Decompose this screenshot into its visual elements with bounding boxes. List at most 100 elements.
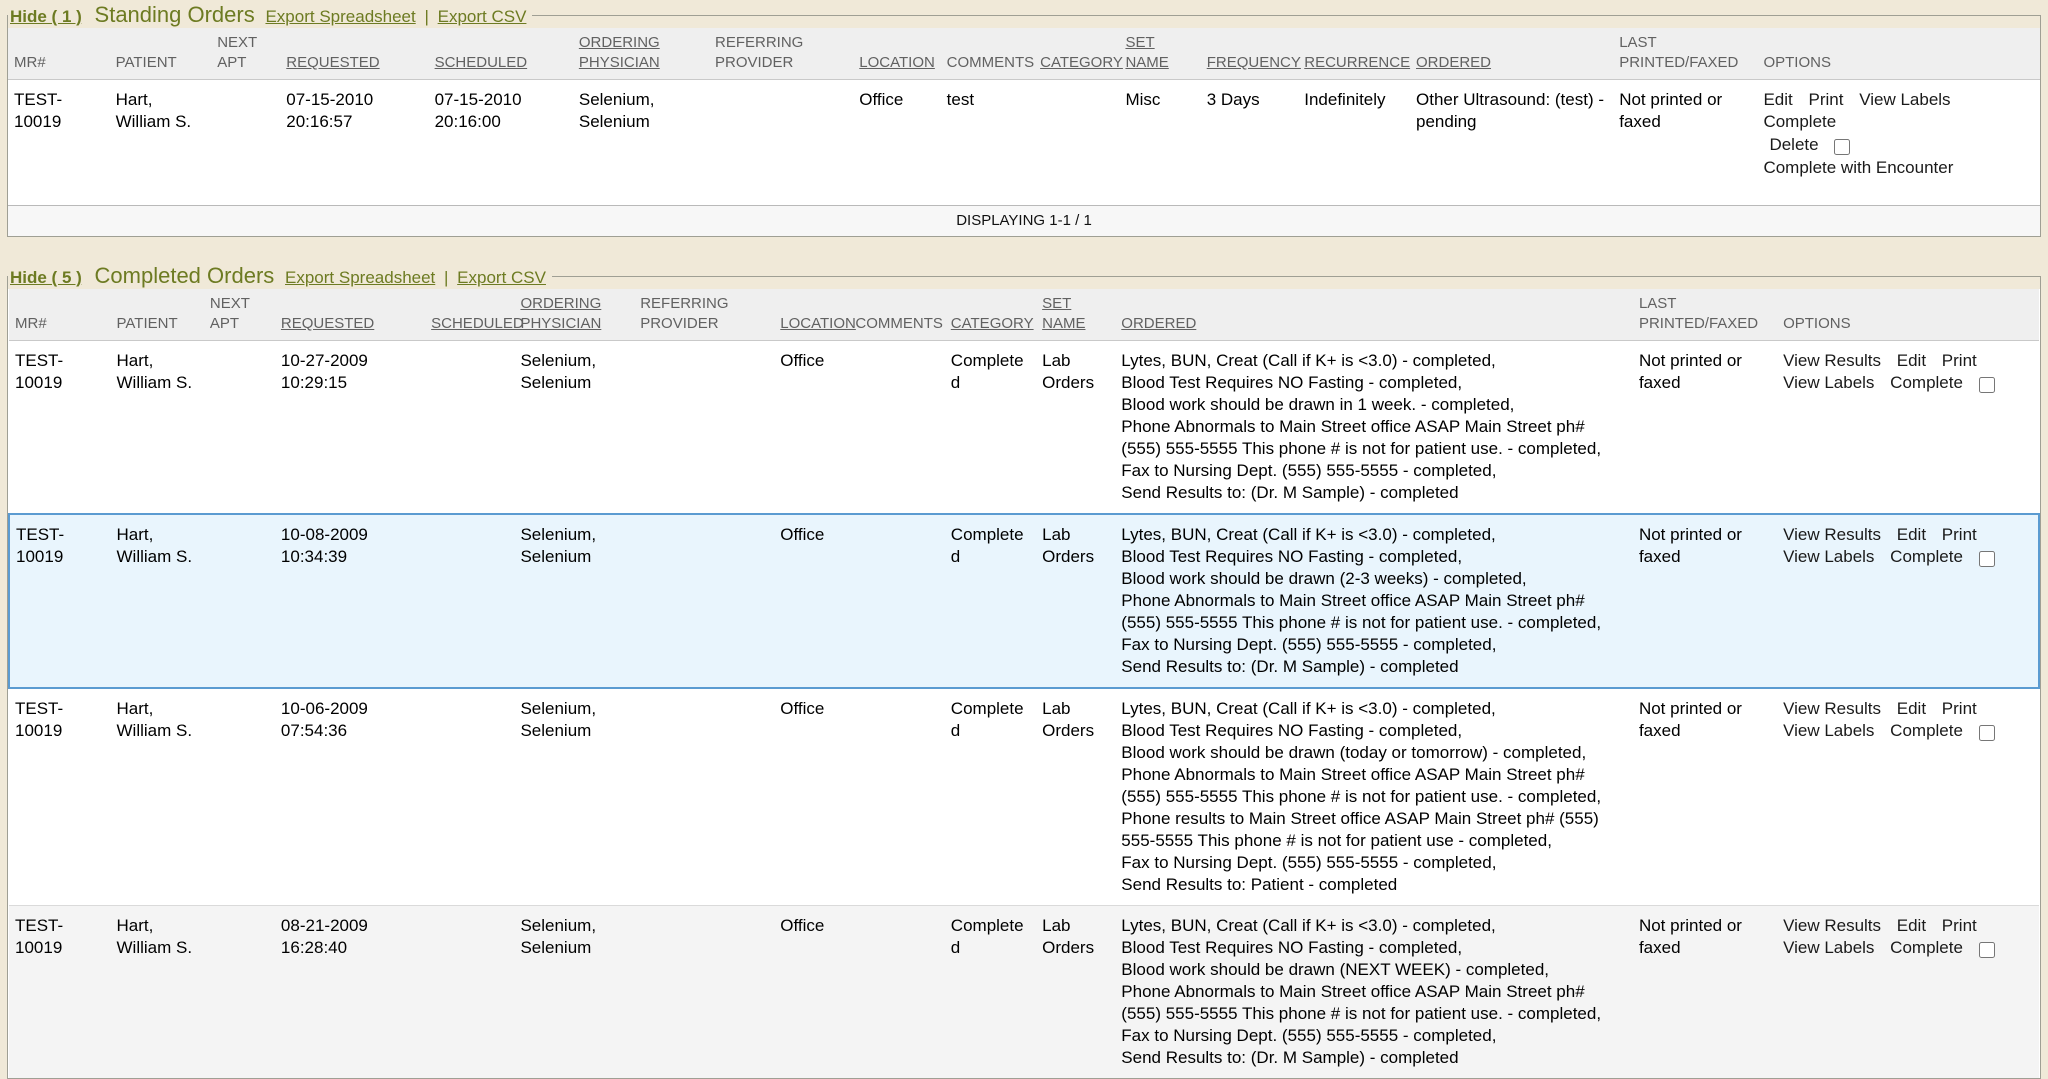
legend-separator: | (440, 268, 452, 287)
cell-patient: Hart, William S. (111, 688, 204, 906)
col-set-name[interactable]: SET NAME (1036, 289, 1115, 341)
col-set-name[interactable]: SET NAME (1119, 28, 1200, 80)
completed-orders-title: Completed Orders (87, 263, 281, 288)
print-link[interactable]: Print (1942, 699, 1977, 718)
cell-set-name: Misc (1119, 80, 1200, 190)
standing-orders-header-row: MR# PATIENT NEXT APT REQUESTED SCHEDULED… (8, 28, 2040, 80)
complete-link[interactable]: Complete (1763, 112, 1836, 131)
cell-next-apt (204, 906, 275, 1079)
completed-order-row: TEST-10019 Hart, William S. 08-21-2009 1… (9, 906, 2039, 1079)
cell-recurrence: Indefinitely (1298, 80, 1410, 190)
print-link[interactable]: Print (1942, 525, 1977, 544)
view-labels-link[interactable]: View Labels (1783, 938, 1874, 957)
cell-category (1034, 80, 1119, 190)
cell-ordered: Lytes, BUN, Creat (Call if K+ is <3.0) -… (1115, 514, 1633, 688)
cell-set-name: Lab Orders (1036, 341, 1115, 515)
print-link[interactable]: Print (1942, 351, 1977, 370)
col-options: OPTIONS (1777, 289, 2039, 341)
cell-ordering-physician: Selenium, Selenium (514, 341, 634, 515)
cell-mr: TEST-10019 (9, 688, 111, 906)
cell-referring-provider (634, 906, 774, 1079)
cell-comments (849, 688, 944, 906)
hide-standing-orders-link[interactable]: Hide ( 1 ) (10, 7, 82, 26)
standing-paging-status: DISPLAYING 1-1 / 1 (8, 205, 2040, 236)
cell-ordered: Lytes, BUN, Creat (Call if K+ is <3.0) -… (1115, 688, 1633, 906)
cell-last-printed-faxed: Not printed or faxed (1633, 514, 1777, 688)
complete-link[interactable]: Complete (1890, 721, 1963, 740)
standing-export-csv-link[interactable]: Export CSV (438, 7, 527, 26)
cell-ordering-physician: Selenium, Selenium (514, 514, 634, 688)
cell-requested: 07-15-2010 20:16:57 (280, 80, 428, 190)
print-link[interactable]: Print (1942, 916, 1977, 935)
col-location[interactable]: LOCATION (774, 289, 849, 341)
cell-options: View Results Edit Print View Labels Comp… (1777, 514, 2039, 688)
col-category[interactable]: CATEGORY (945, 289, 1036, 341)
cell-category: Completed (945, 688, 1036, 906)
col-patient: PATIENT (110, 28, 212, 80)
col-last-printed-faxed: LAST PRINTED/FAXED (1633, 289, 1777, 341)
cell-options: View Results Edit Print View Labels Comp… (1777, 341, 2039, 515)
standing-order-row: TEST-10019 Hart, William S. 07-15-2010 2… (8, 80, 2040, 190)
hide-completed-orders-link[interactable]: Hide ( 5 ) (10, 268, 82, 287)
cell-requested: 08-21-2009 16:28:40 (275, 906, 425, 1079)
view-results-link[interactable]: View Results (1783, 351, 1881, 370)
order-checkbox[interactable] (1979, 551, 1995, 567)
view-labels-link[interactable]: View Labels (1783, 721, 1874, 740)
col-scheduled[interactable]: SCHEDULED (429, 28, 573, 80)
standing-export-spreadsheet-link[interactable]: Export Spreadsheet (265, 7, 415, 26)
col-requested[interactable]: REQUESTED (280, 28, 428, 80)
edit-link[interactable]: Edit (1897, 351, 1926, 370)
col-category[interactable]: CATEGORY (1034, 28, 1119, 80)
col-mr: MR# (8, 28, 110, 80)
order-checkbox[interactable] (1834, 139, 1850, 155)
complete-with-encounter-link[interactable]: Complete with Encounter (1763, 158, 1953, 177)
edit-link[interactable]: Edit (1897, 699, 1926, 718)
col-frequency[interactable]: FREQUENCY (1201, 28, 1299, 80)
cell-ordering-physician: Selenium, Selenium (514, 906, 634, 1079)
standing-orders-legend: Hide ( 1 ) Standing Orders Export Spread… (8, 2, 532, 28)
cell-ordering-physician: Selenium, Selenium (514, 688, 634, 906)
cell-next-apt (204, 514, 275, 688)
cell-next-apt (211, 80, 280, 190)
order-checkbox[interactable] (1979, 725, 1995, 741)
edit-link[interactable]: Edit (1897, 525, 1926, 544)
view-labels-link[interactable]: View Labels (1783, 373, 1874, 392)
completed-order-row-highlighted: TEST-10019 Hart, William S. 10-08-2009 1… (9, 514, 2039, 688)
view-results-link[interactable]: View Results (1783, 699, 1881, 718)
cell-patient: Hart, William S. (111, 906, 204, 1079)
completed-orders-legend: Hide ( 5 ) Completed Orders Export Sprea… (8, 263, 552, 289)
cell-patient: Hart, William S. (111, 341, 204, 515)
complete-link[interactable]: Complete (1890, 373, 1963, 392)
view-labels-link[interactable]: View Labels (1783, 547, 1874, 566)
complete-link[interactable]: Complete (1890, 547, 1963, 566)
col-ordered[interactable]: ORDERED (1410, 28, 1613, 80)
cell-location: Office (774, 906, 849, 1079)
cell-mr: TEST-10019 (9, 906, 111, 1079)
order-checkbox[interactable] (1979, 942, 1995, 958)
delete-link[interactable]: Delete (1769, 135, 1818, 154)
cell-frequency: 3 Days (1201, 80, 1299, 190)
col-location[interactable]: LOCATION (853, 28, 940, 80)
edit-link[interactable]: Edit (1897, 916, 1926, 935)
col-ordering-physician[interactable]: ORDERING PHYSICIAN (573, 28, 709, 80)
cell-last-printed-faxed: Not printed or faxed (1633, 688, 1777, 906)
cell-requested: 10-08-2009 10:34:39 (275, 514, 425, 688)
view-labels-link[interactable]: View Labels (1859, 90, 1950, 109)
view-results-link[interactable]: View Results (1783, 916, 1881, 935)
completed-export-csv-link[interactable]: Export CSV (457, 268, 546, 287)
completed-export-spreadsheet-link[interactable]: Export Spreadsheet (285, 268, 435, 287)
cell-ordering-physician: Selenium, Selenium (573, 80, 709, 190)
col-last-printed-faxed: LAST PRINTED/FAXED (1613, 28, 1757, 80)
view-results-link[interactable]: View Results (1783, 525, 1881, 544)
complete-link[interactable]: Complete (1890, 938, 1963, 957)
col-requested[interactable]: REQUESTED (275, 289, 425, 341)
col-ordered[interactable]: ORDERED (1115, 289, 1633, 341)
col-scheduled[interactable]: SCHEDULED (425, 289, 514, 341)
standing-orders-title: Standing Orders (87, 2, 261, 27)
col-ordering-physician[interactable]: ORDERING PHYSICIAN (514, 289, 634, 341)
col-recurrence[interactable]: RECURRENCE (1298, 28, 1410, 80)
completed-orders-header-row: MR# PATIENT NEXT APT REQUESTED SCHEDULED… (9, 289, 2039, 341)
order-checkbox[interactable] (1979, 377, 1995, 393)
print-link[interactable]: Print (1808, 90, 1843, 109)
edit-link[interactable]: Edit (1763, 90, 1792, 109)
